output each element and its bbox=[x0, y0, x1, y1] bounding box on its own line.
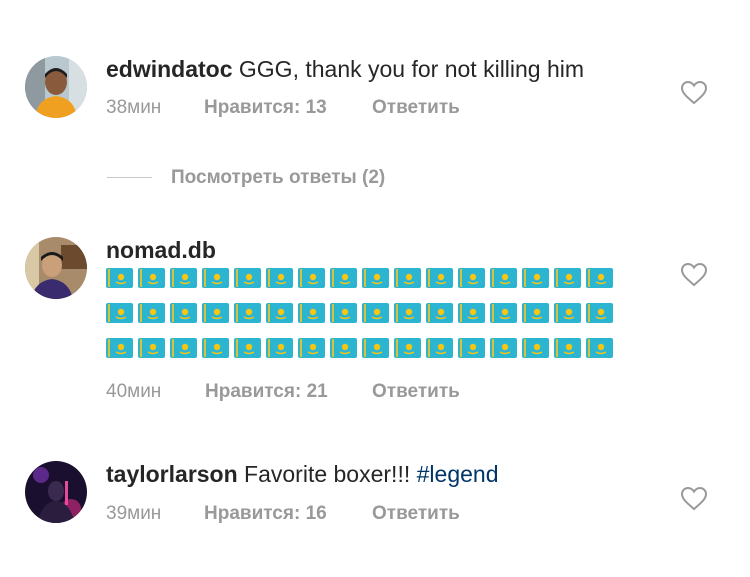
likes-count[interactable]: Нравится: 21 bbox=[205, 381, 372, 403]
like-heart-icon[interactable] bbox=[681, 487, 707, 511]
comment-meta: 38мин Нравится: 13 Ответить bbox=[106, 97, 460, 119]
kazakhstan-flag-icon bbox=[266, 268, 293, 288]
view-replies-label: Посмотреть ответы (2) bbox=[171, 167, 386, 188]
divider-line bbox=[107, 177, 152, 179]
kazakhstan-flag-icon bbox=[170, 338, 197, 358]
kazakhstan-flag-icon bbox=[298, 268, 325, 288]
kazakhstan-flag-icon bbox=[330, 303, 357, 323]
comment-body: Favorite boxer!!! bbox=[237, 461, 417, 487]
kazakhstan-flag-icon bbox=[298, 303, 325, 323]
comment-text: edwindatoc GGG, thank you for not killin… bbox=[106, 55, 584, 83]
kazakhstan-flag-icon bbox=[490, 303, 517, 323]
kazakhstan-flag-icon bbox=[106, 338, 133, 358]
kazakhstan-flag-icon bbox=[426, 268, 453, 288]
avatar[interactable] bbox=[25, 237, 87, 299]
kazakhstan-flag-icon bbox=[362, 338, 389, 358]
avatar[interactable] bbox=[25, 461, 87, 523]
kazakhstan-flag-icon bbox=[298, 338, 325, 358]
flag-row bbox=[106, 268, 618, 300]
kazakhstan-flag-icon bbox=[138, 303, 165, 323]
kazakhstan-flag-icon bbox=[234, 268, 261, 288]
kazakhstan-flag-icon bbox=[266, 338, 293, 358]
kazakhstan-flag-icon bbox=[234, 338, 261, 358]
avatar[interactable] bbox=[25, 56, 87, 118]
like-heart-icon[interactable] bbox=[681, 81, 707, 105]
kazakhstan-flag-icon bbox=[586, 303, 613, 323]
comment-body: GGG, thank you for not killing him bbox=[232, 56, 585, 82]
kazakhstan-flag-icon bbox=[234, 303, 261, 323]
kazakhstan-flag-icon bbox=[490, 268, 517, 288]
kazakhstan-flag-icon bbox=[458, 303, 485, 323]
kazakhstan-flag-icon bbox=[394, 338, 421, 358]
kazakhstan-flag-icon bbox=[170, 303, 197, 323]
kazakhstan-flag-icon bbox=[522, 268, 549, 288]
kazakhstan-flag-icon bbox=[554, 338, 581, 358]
username[interactable]: edwindatoc bbox=[106, 56, 233, 82]
kazakhstan-flag-icon bbox=[586, 338, 613, 358]
hashtag-link[interactable]: #legend bbox=[417, 461, 499, 487]
view-replies-button[interactable]: Посмотреть ответы (2) bbox=[107, 167, 385, 191]
username[interactable]: nomad.db bbox=[106, 237, 216, 263]
kazakhstan-flag-icon bbox=[170, 268, 197, 288]
kazakhstan-flag-icon bbox=[426, 303, 453, 323]
likes-count[interactable]: Нравится: 16 bbox=[204, 503, 372, 525]
kazakhstan-flag-icon bbox=[138, 338, 165, 358]
kazakhstan-flag-emoji-block bbox=[106, 268, 618, 373]
kazakhstan-flag-icon bbox=[458, 268, 485, 288]
kazakhstan-flag-icon bbox=[202, 338, 229, 358]
timestamp: 38мин bbox=[106, 97, 162, 118]
kazakhstan-flag-icon bbox=[394, 268, 421, 288]
reply-button[interactable]: Ответить bbox=[372, 503, 460, 525]
kazakhstan-flag-icon bbox=[362, 303, 389, 323]
comment-text: taylorlarson Favorite boxer!!! #legend bbox=[106, 460, 498, 488]
kazakhstan-flag-icon bbox=[426, 338, 453, 358]
kazakhstan-flag-icon bbox=[394, 303, 421, 323]
kazakhstan-flag-icon bbox=[554, 303, 581, 323]
reply-button[interactable]: Ответить bbox=[372, 381, 460, 403]
kazakhstan-flag-icon bbox=[362, 268, 389, 288]
kazakhstan-flag-icon bbox=[458, 338, 485, 358]
like-heart-icon[interactable] bbox=[681, 263, 707, 287]
comment-meta: 40мин Нравится: 21 Ответить bbox=[106, 381, 460, 403]
kazakhstan-flag-icon bbox=[202, 268, 229, 288]
reply-button[interactable]: Ответить bbox=[372, 97, 460, 119]
timestamp: 39мин bbox=[106, 503, 162, 524]
kazakhstan-flag-icon bbox=[138, 268, 165, 288]
kazakhstan-flag-icon bbox=[266, 303, 293, 323]
kazakhstan-flag-icon bbox=[522, 338, 549, 358]
kazakhstan-flag-icon bbox=[586, 268, 613, 288]
kazakhstan-flag-icon bbox=[330, 268, 357, 288]
username[interactable]: taylorlarson bbox=[106, 461, 238, 487]
flag-row bbox=[106, 303, 618, 335]
kazakhstan-flag-icon bbox=[330, 338, 357, 358]
flag-row bbox=[106, 338, 618, 370]
kazakhstan-flag-icon bbox=[106, 268, 133, 288]
comment-meta: 39мин Нравится: 16 Ответить bbox=[106, 503, 460, 525]
kazakhstan-flag-icon bbox=[490, 338, 517, 358]
kazakhstan-flag-icon bbox=[554, 268, 581, 288]
likes-count[interactable]: Нравится: 13 bbox=[204, 97, 372, 119]
kazakhstan-flag-icon bbox=[202, 303, 229, 323]
timestamp: 40мин bbox=[106, 381, 162, 402]
kazakhstan-flag-icon bbox=[106, 303, 133, 323]
comment-text: nomad.db bbox=[106, 236, 216, 264]
kazakhstan-flag-icon bbox=[522, 303, 549, 323]
